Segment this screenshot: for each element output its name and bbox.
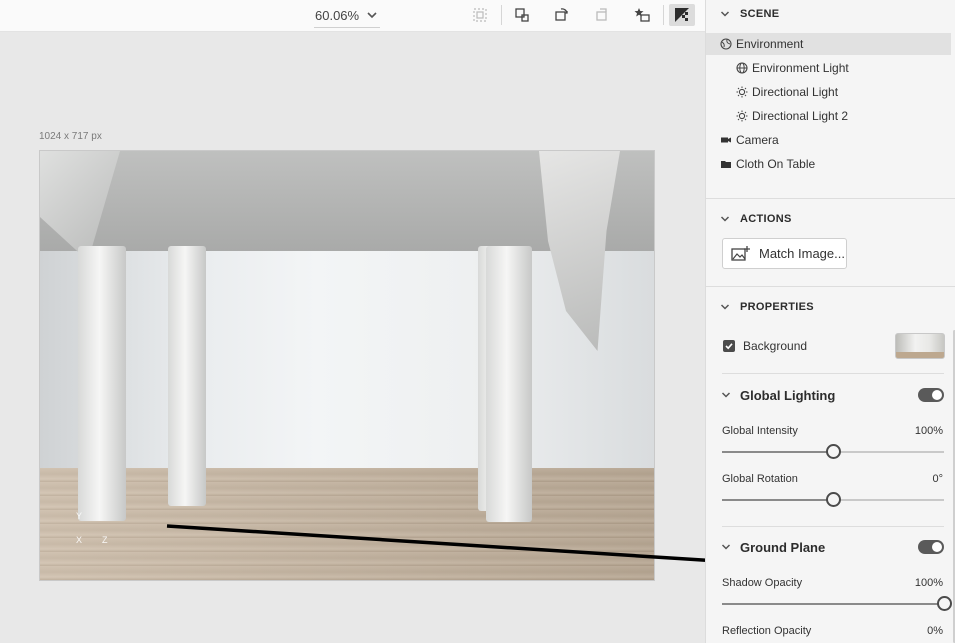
fit-canvas-button[interactable] (467, 4, 493, 26)
render-region-button[interactable] (509, 4, 535, 26)
chevron-down-icon (721, 544, 731, 550)
chevron-down-icon (720, 11, 730, 17)
image-plus-icon (731, 245, 750, 261)
background-checkbox[interactable] (723, 340, 735, 352)
ground-plane-title: Ground Plane (740, 539, 826, 555)
render-region-icon (515, 8, 529, 22)
shadow-opacity-slider[interactable] (722, 596, 952, 611)
ground-plane-header[interactable]: Ground Plane (706, 534, 955, 560)
scene-item-label: Directional Light (752, 85, 839, 99)
top-toolbar: 60.06% (0, 0, 705, 32)
scene-item-environment-light[interactable]: Environment Light (706, 57, 951, 79)
reflection-opacity-value: 0% (927, 625, 943, 637)
slider-fill (722, 603, 944, 605)
render-preview-icon (675, 8, 689, 22)
rotate-view-button[interactable] (548, 4, 574, 26)
shadow-opacity-value: 100% (914, 577, 943, 589)
reset-view-icon (596, 8, 607, 21)
render-table-leg (78, 246, 126, 521)
favorite-view-button[interactable] (629, 4, 655, 26)
ground-plane-toggle[interactable] (918, 540, 944, 554)
scene-item-label: Environment Light (752, 61, 849, 75)
render-preview-image[interactable]: Y X Z (39, 150, 655, 581)
toolbar-divider (663, 5, 664, 25)
global-rotation-label: Global Rotation (722, 473, 798, 485)
scene-item-cloth-on-table[interactable]: Cloth On Table (706, 153, 951, 175)
chevron-down-icon (720, 216, 730, 222)
match-image-button[interactable]: Match Image... (722, 238, 847, 269)
section-divider (706, 286, 955, 287)
environment-icon (720, 38, 732, 50)
scene-item-camera[interactable]: Camera (706, 129, 951, 151)
scene-item-label: Environment (736, 37, 804, 51)
zoom-dropdown[interactable]: 60.06% (314, 4, 380, 28)
scene-section-header[interactable]: SCENE (706, 0, 955, 28)
scene-item-environment[interactable]: Environment (706, 33, 951, 55)
scene-item-directional-light[interactable]: Directional Light (706, 81, 951, 103)
chevron-down-icon (721, 392, 731, 398)
slider-thumb[interactable] (937, 596, 952, 611)
global-rotation-slider[interactable] (722, 492, 944, 507)
slider-fill (722, 499, 833, 501)
axis-z-label: Z (102, 535, 108, 545)
render-table-leg (168, 246, 206, 506)
properties-title: PROPERTIES (740, 301, 814, 313)
properties-section-header[interactable]: PROPERTIES (706, 293, 955, 321)
toggle-knob (932, 542, 942, 552)
rotate-view-icon (555, 8, 568, 21)
fit-canvas-icon (473, 8, 487, 22)
match-image-label: Match Image... (759, 246, 845, 261)
axis-x-label: X (76, 535, 83, 545)
global-lighting-title: Global Lighting (740, 387, 836, 403)
global-intensity-slider[interactable] (722, 444, 944, 459)
slider-thumb[interactable] (826, 492, 841, 507)
background-thumbnail[interactable] (895, 333, 945, 359)
scene-item-directional-light-2[interactable]: Directional Light 2 (706, 105, 951, 127)
right-panel: SCENE Environment Environment Light Dire… (705, 0, 955, 643)
toolbar-divider (501, 5, 502, 25)
scene-title: SCENE (740, 8, 780, 20)
background-label: Background (743, 339, 808, 353)
camera-icon (720, 134, 732, 146)
sun-icon (736, 110, 748, 122)
actions-section-header[interactable]: ACTIONS (706, 205, 955, 233)
sun-icon (736, 86, 748, 98)
folder-icon (720, 158, 732, 170)
scene-item-label: Camera (736, 133, 779, 147)
reflection-opacity-label: Reflection Opacity (722, 625, 812, 637)
slider-thumb[interactable] (826, 444, 841, 459)
scene-item-label: Cloth On Table (736, 157, 816, 171)
reset-view-button[interactable] (589, 4, 615, 26)
chevron-down-icon (720, 304, 730, 310)
section-divider (706, 198, 955, 199)
global-lighting-header[interactable]: Global Lighting (706, 382, 955, 408)
checkmark-icon (725, 343, 733, 350)
render-preview-button[interactable] (669, 4, 695, 26)
render-table-leg (486, 246, 532, 522)
toggle-knob (932, 390, 942, 400)
scene-item-label: Directional Light 2 (752, 109, 849, 123)
chevron-down-icon (367, 12, 377, 19)
global-intensity-label: Global Intensity (722, 425, 798, 437)
render-floor (40, 468, 654, 580)
global-intensity-value: 100% (914, 425, 943, 437)
group-divider (722, 373, 944, 374)
slider-fill (722, 451, 833, 453)
zoom-value: 60.06% (315, 8, 360, 23)
global-lighting-toggle[interactable] (918, 388, 944, 402)
globe-icon (736, 62, 748, 74)
actions-title: ACTIONS (740, 213, 792, 225)
shadow-opacity-label: Shadow Opacity (722, 577, 803, 589)
global-rotation-value: 0° (932, 473, 943, 485)
axis-y-label: Y (76, 511, 83, 521)
group-divider (722, 526, 944, 527)
canvas-dimensions-label: 1024 x 717 px (39, 131, 102, 142)
favorite-view-icon (634, 8, 650, 22)
